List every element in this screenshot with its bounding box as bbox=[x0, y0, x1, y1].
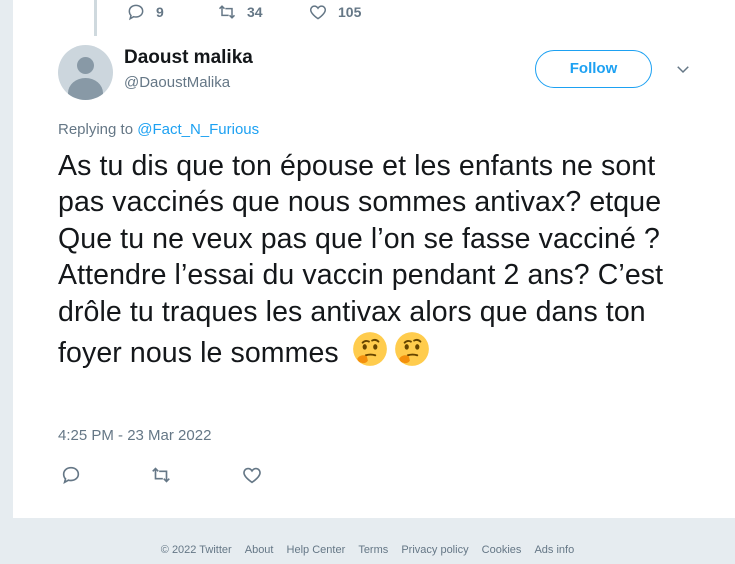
retweet-icon bbox=[218, 5, 236, 19]
display-name[interactable]: Daoust malika bbox=[124, 47, 253, 69]
prev-retweet-count: 34 bbox=[247, 4, 263, 20]
page-footer: © 2022 Twitter About Help Center Terms P… bbox=[0, 544, 735, 564]
retweet-icon[interactable] bbox=[150, 464, 172, 486]
footer-link-help-center[interactable]: Help Center bbox=[287, 544, 346, 556]
avatar[interactable] bbox=[58, 45, 113, 100]
footer-link-terms[interactable]: Terms bbox=[358, 544, 388, 556]
tweet-actions bbox=[13, 460, 735, 490]
reply-icon bbox=[128, 4, 144, 21]
reply-icon[interactable] bbox=[60, 464, 82, 486]
footer-copyright: © 2022 Twitter bbox=[160, 544, 232, 556]
footer-link-privacy[interactable]: Privacy policy bbox=[401, 544, 468, 556]
user-handle[interactable]: @DaoustMalika bbox=[124, 74, 230, 91]
prev-retweet-action[interactable]: 34 bbox=[217, 2, 263, 22]
avatar-head-shape bbox=[77, 57, 94, 74]
tweet-timestamp[interactable]: 4:25 PM - 23 Mar 2022 bbox=[58, 427, 211, 444]
footer-link-cookies[interactable]: Cookies bbox=[482, 544, 522, 556]
prev-like-action[interactable]: 105 bbox=[308, 2, 361, 22]
thinking-face-icon bbox=[352, 332, 387, 366]
prev-like-count: 105 bbox=[338, 4, 362, 20]
footer-link-about[interactable]: About bbox=[245, 544, 274, 556]
prev-reply-action[interactable]: 9 bbox=[126, 2, 164, 22]
follow-button[interactable]: Follow bbox=[535, 50, 652, 88]
tweet-text-block: As tu dis que ton épouse et les enfants … bbox=[58, 148, 698, 371]
heart-icon bbox=[309, 5, 327, 20]
avatar-body-shape bbox=[68, 78, 103, 100]
footer-link-ads-info[interactable]: Ads info bbox=[534, 544, 574, 556]
replying-mention-link[interactable]: @Fact_N_Furious bbox=[137, 121, 259, 138]
chevron-down-icon[interactable] bbox=[674, 60, 692, 78]
prev-reply-count: 9 bbox=[156, 4, 164, 20]
replying-to-line: Replying to @Fact_N_Furious bbox=[58, 121, 259, 138]
heart-icon[interactable] bbox=[241, 464, 263, 486]
thinking-face-icon bbox=[394, 332, 429, 366]
replying-prefix: Replying to bbox=[58, 121, 134, 138]
previous-tweet-actions: 9 34 105 bbox=[13, 0, 735, 26]
tweet-card: 9 34 105 Daoust malika @DaoustMalika Fol… bbox=[13, 0, 735, 518]
